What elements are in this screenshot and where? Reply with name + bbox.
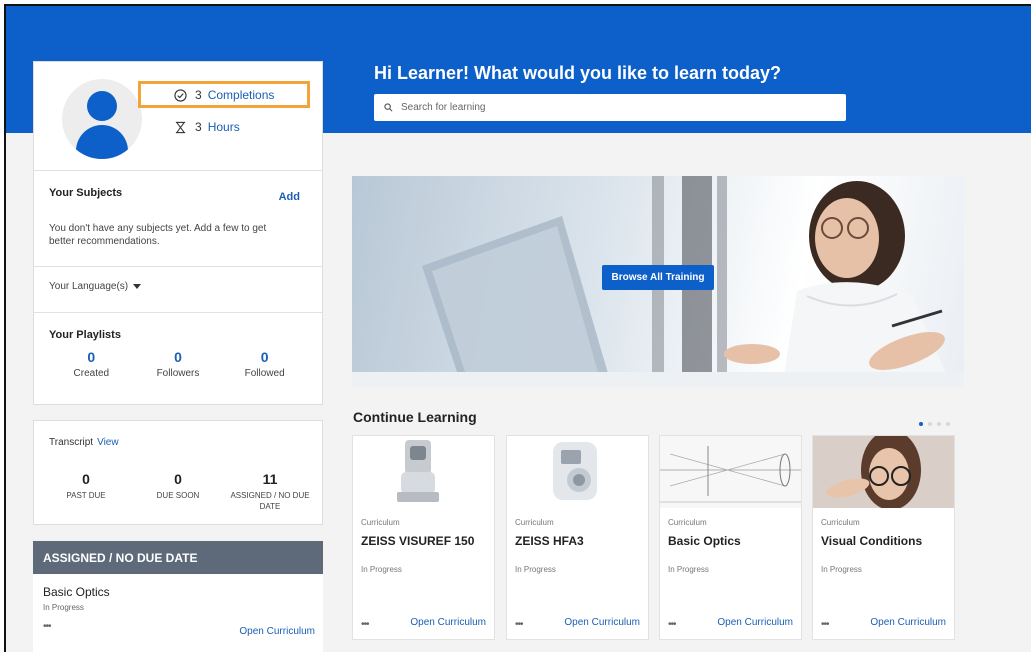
- language-dropdown[interactable]: Your Language(s): [49, 281, 142, 292]
- avatar: [62, 79, 142, 159]
- stat-value: 0: [260, 349, 269, 365]
- course-type: Curriculum: [821, 518, 860, 527]
- stat-label: Followed: [244, 368, 285, 379]
- transcript-card: Transcript View 0 PAST DUE 0 DUE SOON 11 …: [33, 420, 323, 525]
- due-soon-stat[interactable]: 0 DUE SOON: [136, 471, 221, 512]
- more-options-icon[interactable]: •••: [668, 619, 676, 630]
- assigned-item-title[interactable]: Basic Optics: [43, 585, 110, 599]
- course-name[interactable]: ZEISS HFA3: [515, 534, 584, 548]
- transcript-view-link[interactable]: View: [97, 437, 119, 448]
- hours-stat[interactable]: 3 Hours: [174, 120, 240, 134]
- open-curriculum-link[interactable]: Open Curriculum: [239, 626, 315, 637]
- course-status: In Progress: [821, 565, 862, 574]
- course-card[interactable]: Curriculum ZEISS VISUREF 150 In Progress…: [352, 435, 495, 640]
- hours-count: 3: [195, 120, 202, 134]
- course-card[interactable]: Curriculum ZEISS HFA3 In Progress ••• Op…: [506, 435, 649, 640]
- continue-learning-title: Continue Learning: [353, 409, 477, 425]
- course-thumbnail: [813, 436, 954, 508]
- more-options-icon[interactable]: •••: [821, 619, 829, 630]
- open-curriculum-link[interactable]: Open Curriculum: [410, 617, 486, 628]
- browse-all-training-button[interactable]: Browse All Training: [602, 265, 714, 290]
- more-options-icon[interactable]: •••: [361, 619, 369, 630]
- course-type: Curriculum: [668, 518, 707, 527]
- divider: [34, 312, 322, 313]
- course-name[interactable]: Basic Optics: [668, 534, 741, 548]
- open-curriculum-link[interactable]: Open Curriculum: [564, 617, 640, 628]
- hours-link[interactable]: Hours: [208, 120, 240, 134]
- check-circle-icon: [174, 88, 187, 102]
- stat-label: PAST DUE: [66, 491, 106, 500]
- playlist-created-stat[interactable]: 0 Created: [51, 349, 131, 379]
- playlist-stats: 0 Created 0 Followers 0 Followed: [34, 349, 322, 379]
- open-curriculum-link[interactable]: Open Curriculum: [717, 617, 793, 628]
- caret-down-icon: [133, 284, 142, 289]
- stat-label: Created: [73, 368, 110, 379]
- transcript-title: Transcript: [49, 437, 94, 448]
- search-icon: [384, 103, 393, 112]
- divider: [34, 170, 322, 171]
- course-status: In Progress: [668, 565, 709, 574]
- divider: [34, 266, 322, 267]
- past-due-stat[interactable]: 0 PAST DUE: [44, 471, 129, 512]
- completions-stat[interactable]: 3 Completions: [174, 88, 274, 102]
- transcript-stats: 0 PAST DUE 0 DUE SOON 11 ASSIGNED / NO D…: [34, 471, 322, 512]
- promo-banner: Browse All Training: [352, 176, 964, 387]
- carousel-dot[interactable]: [928, 422, 932, 426]
- subjects-message: You don't have any subjects yet. Add a f…: [49, 223, 267, 247]
- carousel-dots: [919, 422, 955, 426]
- stat-value: 0: [82, 471, 90, 487]
- stat-value: 0: [87, 349, 96, 365]
- course-thumbnail: [660, 436, 801, 508]
- completions-count: 3: [195, 88, 202, 102]
- carousel-dot[interactable]: [937, 422, 941, 426]
- course-type: Curriculum: [361, 518, 400, 527]
- course-name[interactable]: Visual Conditions: [821, 534, 922, 548]
- carousel-dot[interactable]: [946, 422, 950, 426]
- assigned-no-due-stat[interactable]: 11 ASSIGNED / NO DUE DATE: [228, 471, 313, 512]
- transcript-header: Transcript View: [49, 437, 119, 448]
- course-name[interactable]: ZEISS VISUREF 150: [361, 534, 474, 548]
- language-label: Your Language(s): [49, 281, 129, 292]
- stat-value: 0: [174, 349, 182, 365]
- search-input[interactable]: [401, 102, 821, 113]
- stat-label: DUE SOON: [156, 491, 200, 500]
- playlist-followed-stat[interactable]: 0 Followed: [225, 349, 305, 379]
- stat-value: 11: [262, 471, 278, 487]
- subjects-title: Your Subjects: [49, 187, 123, 199]
- add-subject-link[interactable]: Add: [279, 191, 300, 203]
- profile-card: 3 Completions 3 Hours Your Subjects Add …: [33, 61, 323, 405]
- more-options-icon[interactable]: •••: [515, 619, 523, 630]
- stat-label: Followers: [156, 368, 200, 379]
- course-thumbnail: [353, 436, 494, 508]
- stat-label: ASSIGNED / NO DUE DATE: [230, 491, 310, 511]
- hourglass-icon: [175, 121, 186, 133]
- course-thumbnail: [507, 436, 648, 508]
- stat-value: 0: [174, 471, 182, 487]
- app-frame: Hi Learner! What would you like to learn…: [4, 4, 1031, 652]
- course-card[interactable]: Curriculum Basic Optics In Progress ••• …: [659, 435, 802, 640]
- playlist-followers-stat[interactable]: 0 Followers: [138, 349, 218, 379]
- assigned-header: ASSIGNED / NO DUE DATE: [33, 541, 323, 574]
- search-box[interactable]: [374, 94, 846, 121]
- more-options-icon[interactable]: •••: [43, 621, 51, 632]
- carousel-dot[interactable]: [919, 422, 923, 426]
- course-status: In Progress: [515, 565, 556, 574]
- playlists-title: Your Playlists: [49, 329, 121, 341]
- assigned-card: ASSIGNED / NO DUE DATE Basic Optics In P…: [33, 541, 323, 652]
- completions-link[interactable]: Completions: [208, 88, 275, 102]
- course-type: Curriculum: [515, 518, 554, 527]
- course-status: In Progress: [361, 565, 402, 574]
- greeting-title: Hi Learner! What would you like to learn…: [374, 63, 782, 83]
- assigned-item-status: In Progress: [43, 603, 84, 612]
- course-card[interactable]: Curriculum Visual Conditions In Progress…: [812, 435, 955, 640]
- open-curriculum-link[interactable]: Open Curriculum: [870, 617, 946, 628]
